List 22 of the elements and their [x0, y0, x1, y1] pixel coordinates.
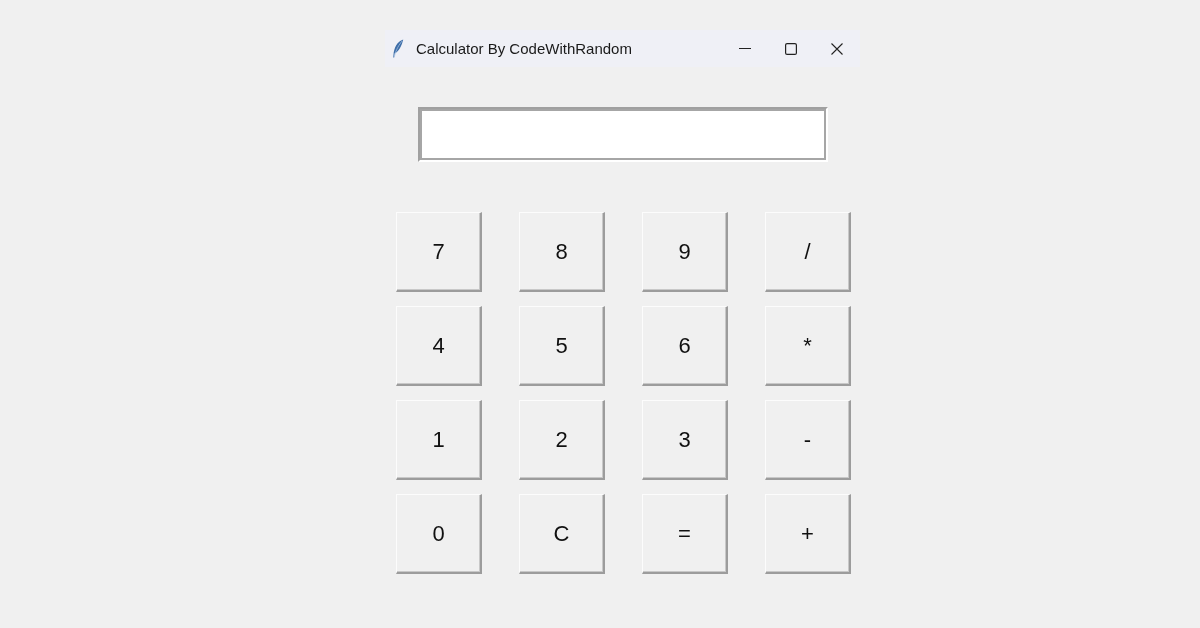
window-title: Calculator By CodeWithRandom: [416, 40, 632, 57]
keypad-button[interactable]: 3: [642, 400, 728, 480]
maximize-icon: [785, 42, 797, 55]
keypad-button[interactable]: -: [765, 400, 851, 480]
keypad-button[interactable]: /: [765, 212, 851, 292]
keypad-button[interactable]: 8: [519, 212, 605, 292]
keypad-button[interactable]: 1: [396, 400, 482, 480]
keypad-button[interactable]: 5: [519, 306, 605, 386]
keypad-button[interactable]: 7: [396, 212, 482, 292]
minimize-icon: [738, 48, 752, 49]
keypad-button[interactable]: 9: [642, 212, 728, 292]
keypad-button[interactable]: C: [519, 494, 605, 574]
keypad-button[interactable]: 0: [396, 494, 482, 574]
close-icon: [831, 42, 843, 55]
keypad-button[interactable]: *: [765, 306, 851, 386]
keypad-button[interactable]: +: [765, 494, 851, 574]
feather-icon: [392, 39, 404, 58]
keypad-button[interactable]: 2: [519, 400, 605, 480]
keypad-button[interactable]: 4: [396, 306, 482, 386]
display-field[interactable]: [418, 107, 828, 162]
keypad-button[interactable]: 6: [642, 306, 728, 386]
keypad-button[interactable]: =: [642, 494, 728, 574]
